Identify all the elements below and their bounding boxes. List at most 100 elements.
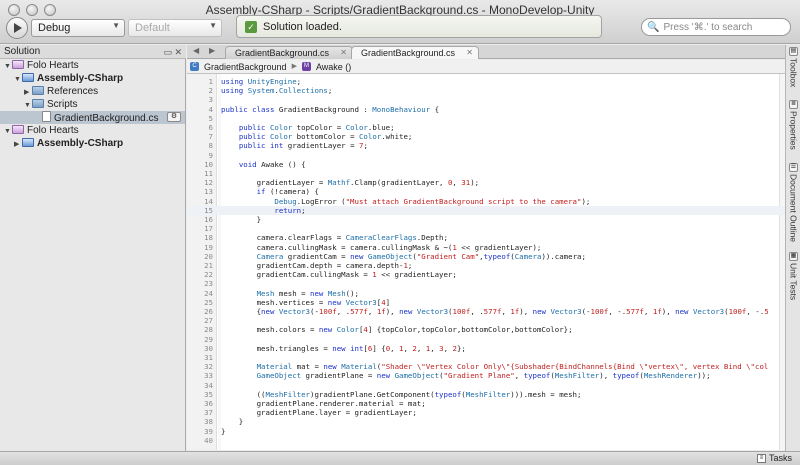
- code-line[interactable]: 39}: [187, 427, 785, 436]
- file-icon: [42, 111, 51, 122]
- tree-item[interactable]: GradientBackground.cs ⚙: [0, 111, 185, 124]
- check-icon: ✓: [245, 20, 257, 33]
- code-text: }: [221, 426, 226, 436]
- code-line[interactable]: 3: [187, 95, 785, 104]
- code-line[interactable]: 32 Material mat = new Material("Shader \…: [187, 362, 785, 371]
- code-line[interactable]: 14 Debug.LogError ("Must attach Gradient…: [187, 197, 785, 206]
- tree-item[interactable]: ▼ Folo Hearts: [0, 124, 185, 137]
- code-line[interactable]: 16 }: [187, 215, 785, 224]
- line-number: 19: [204, 242, 213, 252]
- toolbox-icon: ▤: [789, 47, 798, 56]
- pad-pin-icon[interactable]: ▭ ✕: [163, 45, 182, 59]
- line-number: 22: [204, 270, 213, 280]
- code-text: public class GradientBackground : MonoBe…: [221, 104, 440, 114]
- configuration-select[interactable]: Debug ▼: [31, 19, 125, 37]
- line-number: 37: [204, 408, 213, 418]
- code-text: GameObject gradientPlane = new GameObjec…: [256, 371, 711, 381]
- code-text: void Awake () {: [238, 159, 306, 169]
- dock-document-outline[interactable]: ☰ Document Outline: [787, 163, 800, 242]
- tree-item[interactable]: ▶ Assembly-CSharp: [0, 137, 185, 150]
- code-line[interactable]: 20 Camera gradientCam = new GameObject("…: [187, 252, 785, 261]
- tree-item[interactable]: ▼ Folo Hearts: [0, 59, 185, 72]
- code-line[interactable]: 15 return;: [187, 205, 785, 215]
- code-line[interactable]: 9: [187, 151, 785, 160]
- tree-item[interactable]: ▶ References: [0, 85, 185, 98]
- document-tab-bar: ◀ ▶ GradientBackground.cs ✕ GradientBack…: [187, 45, 785, 59]
- code-line[interactable]: 38 }: [187, 417, 785, 426]
- method-icon: M: [301, 62, 311, 71]
- tree-item[interactable]: ▼ Scripts: [0, 98, 185, 111]
- unit-tests-icon: ▦: [789, 252, 798, 261]
- status-bar: ≡ Tasks: [0, 451, 800, 465]
- close-tab-icon[interactable]: ✕: [340, 47, 347, 59]
- tree-item-label: Assembly-CSharp: [37, 73, 124, 84]
- code-line[interactable]: 21 gradientCam.depth = camera.depth-1;: [187, 261, 785, 270]
- code-line[interactable]: 34: [187, 381, 785, 390]
- collapsed-arrow-icon[interactable]: ▶: [14, 138, 22, 151]
- code-text: public Color bottomColor = Color.white;: [238, 132, 413, 142]
- code-line[interactable]: 22 gradientCam.cullingMask = 1 << gradie…: [187, 270, 785, 279]
- line-number: 39: [204, 426, 213, 436]
- close-tab-icon[interactable]: ✕: [466, 47, 473, 59]
- code-text: mesh.colors = new Color[4] {topColor,top…: [221, 325, 573, 335]
- code-line[interactable]: 10 void Awake () {: [187, 160, 785, 169]
- line-number: 27: [204, 316, 213, 326]
- code-line[interactable]: 36 gradientPlane.renderer.material = mat…: [187, 399, 785, 408]
- project-icon: [22, 138, 34, 147]
- code-line[interactable]: 7 public Color bottomColor = Color.white…: [187, 132, 785, 141]
- line-number: 23: [204, 279, 213, 289]
- breadcrumb-class[interactable]: GradientBackground: [204, 60, 287, 74]
- code-line[interactable]: 37 gradientPlane.layer = gradientLayer;: [187, 408, 785, 417]
- code-line[interactable]: 4 public class GradientBackground : MonoB…: [187, 105, 785, 114]
- dock-properties[interactable]: ≣ Properties: [787, 100, 800, 150]
- gear-icon[interactable]: ⚙: [167, 112, 181, 122]
- code-line[interactable]: 6 public Color topColor = Color.blue;: [187, 123, 785, 132]
- code-line[interactable]: 2 using System.Collections;: [187, 86, 785, 95]
- code-text: camera.cullingMask = camera.cullingMask …: [221, 242, 542, 252]
- code-line[interactable]: 12 gradientLayer = Mathf.Clamp(gradientL…: [187, 178, 785, 187]
- tab-document-1[interactable]: GradientBackground.cs ✕: [225, 46, 353, 59]
- tab-forward-icon[interactable]: ▶: [209, 46, 215, 55]
- folder-icon: [32, 99, 44, 108]
- tasks-button[interactable]: ≡ Tasks: [756, 453, 792, 463]
- code-line[interactable]: 30 mesh.triangles = new int[6] {0, 1, 2,…: [187, 344, 785, 353]
- tree-item[interactable]: ▼ Assembly-CSharp: [0, 72, 185, 85]
- tree-item-label: Folo Hearts: [27, 125, 79, 136]
- tab-back-icon[interactable]: ◀: [193, 46, 199, 55]
- code-line[interactable]: 1 using UnityEngine;: [187, 77, 785, 86]
- code-text: gradientPlane.layer = gradientLayer;: [221, 408, 417, 418]
- properties-icon: ≣: [789, 100, 798, 109]
- code-line[interactable]: 31: [187, 353, 785, 362]
- code-line[interactable]: 27: [187, 316, 785, 325]
- run-button[interactable]: [6, 17, 28, 39]
- code-line[interactable]: 19 camera.cullingMask = camera.cullingMa…: [187, 243, 785, 252]
- code-line[interactable]: 35 ((MeshFilter)gradientPlane.GetCompone…: [187, 390, 785, 399]
- code-text: Debug.LogError ("Must attach GradientBac…: [274, 196, 591, 206]
- search-input[interactable]: 🔍 Press '⌘.' to search: [641, 18, 791, 36]
- dock-unit-tests[interactable]: ▦ Unit Tests: [787, 252, 800, 300]
- code-line[interactable]: 13 if (!camera) {: [187, 187, 785, 196]
- chevron-down-icon: ▼: [209, 21, 217, 30]
- code-editor[interactable]: 1 using UnityEngine; 2 using System.Collect…: [187, 74, 785, 450]
- tab-document-2[interactable]: GradientBackground.cs ✕: [351, 46, 479, 59]
- code-line[interactable]: 23: [187, 279, 785, 288]
- line-number: 8: [208, 141, 213, 151]
- line-number: 1: [208, 77, 213, 86]
- code-line[interactable]: 33 GameObject gradientPlane = new GameOb…: [187, 371, 785, 380]
- code-line[interactable]: 5: [187, 114, 785, 123]
- code-line[interactable]: 11: [187, 169, 785, 178]
- code-line[interactable]: 18 camera.clearFlags = CameraClearFlags.…: [187, 233, 785, 242]
- code-line[interactable]: 17: [187, 224, 785, 233]
- line-number: 13: [204, 187, 213, 197]
- breadcrumb-method[interactable]: Awake (): [316, 60, 351, 74]
- code-line[interactable]: 26 {new Vector3(-100f, .577f, 1f), new V…: [187, 307, 785, 316]
- code-line[interactable]: 8 public int gradientLayer = 7;: [187, 141, 785, 150]
- code-line[interactable]: 40: [187, 436, 785, 445]
- code-line[interactable]: 25 mesh.vertices = new Vector3[4]: [187, 298, 785, 307]
- code-line[interactable]: 24 Mesh mesh = new Mesh();: [187, 289, 785, 298]
- dock-toolbox[interactable]: ▤ Toolbox: [787, 47, 800, 87]
- code-line[interactable]: 28 mesh.colors = new Color[4] {topColor,…: [187, 325, 785, 334]
- code-line[interactable]: 29: [187, 335, 785, 344]
- line-number: 5: [208, 113, 213, 123]
- tree-item-label: GradientBackground.cs: [54, 113, 159, 124]
